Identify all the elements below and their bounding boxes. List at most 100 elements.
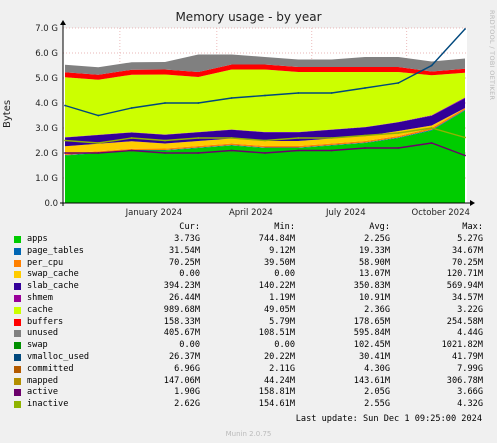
- legend-max-value: 34.57M: [451, 293, 483, 303]
- point-inactive: [397, 132, 400, 134]
- point-inactive: [164, 139, 166, 142]
- point-committed: [430, 64, 433, 67]
- legend-cur-value: 1.90G: [174, 387, 200, 398]
- x-axis-arrow: [470, 200, 475, 206]
- legend-cur-value: 0.00: [179, 269, 200, 280]
- x-tick-label: April 2024: [229, 208, 273, 218]
- y-tick-label: 2.0 G: [35, 149, 58, 159]
- legend-max-value: 120.71M: [446, 269, 483, 280]
- chart-plot: 0.0 1.0 G 2.0 G 3.0 G 4.0 G 5.0 G 6.0 G 7.0 G Ja…: [35, 20, 475, 218]
- point-inactive: [364, 134, 366, 137]
- legend-item-per-cpu: per_cpu 70.25M 39.50M 58.90M 70.25M: [0, 258, 497, 270]
- legend-swatch: [14, 330, 21, 338]
- y-axis-arrow: [60, 20, 66, 25]
- point-inactive: [197, 137, 200, 139]
- point-inactive: [64, 139, 66, 142]
- legend-item-unused: unused 405.67M 108.51M 595.84M 4.44G: [0, 328, 497, 340]
- legend-avg-value: 2.55G: [364, 399, 390, 410]
- legend-item-shmem: shmem 26.44M 1.19M 10.91M 34.57M: [0, 293, 497, 305]
- y-tick-label: 1.0 G: [35, 174, 58, 184]
- legend-cur-value: 26.37M: [168, 352, 200, 362]
- legend-item-slab-cache: slab_cache 394.23M 140.22M 350.83M 569.94M: [0, 281, 497, 293]
- legend-name: shmem: [27, 293, 53, 303]
- legend-header-cur: Cur:: [179, 222, 200, 232]
- legend-min-value: 9.12M: [269, 245, 295, 256]
- legend-name: cache: [27, 304, 53, 315]
- point-inactive: [330, 137, 333, 139]
- area-layers: [65, 54, 465, 203]
- legend-header-max: Max:: [462, 222, 483, 232]
- legend-swatch: [14, 247, 21, 255]
- legend-avg-value: 2.36G: [364, 304, 390, 315]
- legend-cur-value: 26.44M: [168, 293, 200, 303]
- legend-name: inactive: [27, 399, 69, 410]
- legend-avg-value: 178.65M: [353, 316, 390, 327]
- legend-avg-value: 19.33M: [358, 245, 390, 256]
- point-committed: [330, 92, 333, 94]
- point-inactive: [130, 137, 133, 139]
- legend-cur-value: 989.68M: [163, 304, 200, 315]
- legend-item-vmalloc-used: vmalloc_used 26.37M 20.22M 30.41M 41.79M: [0, 352, 497, 364]
- legend-cur-value: 6.96G: [174, 363, 200, 374]
- point-active: [430, 142, 433, 144]
- legend-swatch: [14, 295, 21, 302]
- legend-swatch: [14, 354, 21, 361]
- legend-max-value: 7.99G: [457, 363, 483, 374]
- legend-header-min: Min:: [274, 222, 295, 232]
- legend-swatch: [14, 271, 21, 279]
- point-committed: [97, 114, 100, 117]
- legend-max-value: 306.78M: [446, 375, 483, 386]
- y-tick-label: 7.0 G: [35, 24, 58, 34]
- legend-swatch: [14, 283, 21, 291]
- legend-avg-value: 2.05G: [364, 387, 390, 398]
- legend-avg-value: 13.07M: [358, 269, 390, 280]
- legend-cur-value: 31.54M: [168, 245, 200, 256]
- legend-avg-value: 143.61M: [353, 375, 390, 386]
- point-committed: [364, 87, 366, 89]
- legend-name: apps: [27, 234, 48, 244]
- legend-max-value: 569.94M: [446, 281, 483, 292]
- legend-name: unused: [27, 328, 59, 339]
- legend-item-cache: cache 989.68M 49.05M 2.36G 3.22G: [0, 305, 497, 317]
- legend-avg-value: 58.90M: [358, 257, 390, 268]
- point-active: [230, 149, 233, 152]
- legend-item-committed: committed 6.96G 2.11G 4.30G 7.99G: [0, 364, 497, 376]
- legend-cur-value: 70.25M: [168, 257, 200, 268]
- legend-item-swap-cache: swap_cache 0.00 0.00 13.07M 120.71M: [0, 269, 497, 281]
- last-update: Last update: Sun Dec 1 09:25:00 2024: [295, 414, 482, 424]
- legend-name: buffers: [27, 316, 64, 327]
- point-active: [164, 152, 166, 154]
- legend-header-avg: Avg:: [369, 222, 390, 232]
- point-inactive: [264, 139, 266, 142]
- legend-name: mapped: [27, 375, 59, 386]
- legend-min-value: 44.24M: [263, 375, 295, 386]
- legend-max-value: 5.27G: [457, 234, 483, 244]
- point-active: [364, 147, 366, 149]
- legend-item-swap: swap 0.00 0.00 102.45M 1021.82M: [0, 340, 497, 352]
- legend-name: committed: [27, 363, 74, 374]
- point-inactive: [297, 137, 300, 139]
- legend-min-value: 0.00: [274, 269, 295, 280]
- legend-avg-value: 102.45M: [353, 340, 390, 351]
- legend-max-value: 4.44G: [457, 328, 483, 339]
- legend-swatch: [14, 389, 21, 397]
- munin-version: Munin 2.0.75: [225, 430, 272, 438]
- legend-min-value: 0.00: [274, 340, 295, 351]
- legend-min-value: 744.84M: [258, 234, 295, 244]
- point-active: [264, 152, 266, 154]
- y-tick-label: 6.0 G: [35, 49, 58, 59]
- legend-max-value: 34.67M: [451, 245, 483, 256]
- point-committed: [264, 94, 266, 97]
- legend-min-value: 5.79M: [269, 316, 295, 327]
- legend-swatch: [14, 259, 21, 267]
- point-committed: [130, 107, 133, 109]
- point-committed: [297, 92, 300, 94]
- legend-min-value: 20.22M: [263, 352, 295, 362]
- legend-item-buffers: buffers 158.33M 5.79M 178.65M 254.58M: [0, 317, 497, 329]
- legend-max-value: 3.22G: [457, 304, 483, 315]
- point-inactive: [464, 136, 466, 139]
- point-active: [297, 149, 300, 152]
- legend-min-value: 49.05M: [263, 304, 295, 315]
- legend-avg-value: 350.83M: [353, 281, 390, 292]
- legend-max-value: 1021.82M: [441, 340, 483, 351]
